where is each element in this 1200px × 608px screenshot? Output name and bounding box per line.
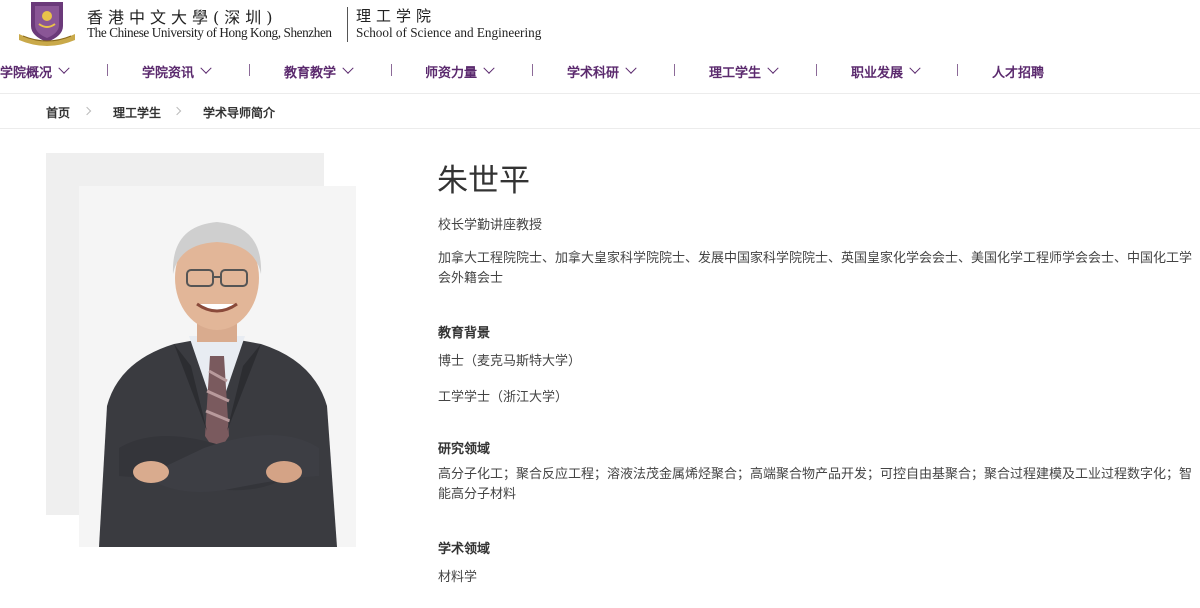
nav-item-faculty[interactable]: 师资力量 [425, 61, 495, 81]
header-divider [347, 7, 348, 42]
chevron-down-icon [200, 62, 212, 74]
nav-separator [107, 64, 108, 76]
chevron-right-icon [172, 106, 182, 116]
nav-separator [816, 64, 817, 76]
chevron-down-icon [625, 62, 637, 74]
nav-item-label: 人才招聘 [992, 65, 1045, 81]
breadcrumb-students-link[interactable]: 理工学生 [113, 104, 161, 121]
nav-item-label: 教育教学 [284, 65, 337, 81]
nav-item-label: 学院资讯 [142, 65, 195, 81]
chevron-down-icon [909, 62, 921, 74]
chevron-down-icon [767, 62, 779, 74]
education-item: 工学学士（浙江大学） [438, 390, 569, 405]
profile-name: 朱世平 [437, 163, 530, 199]
profile-photo [79, 186, 356, 547]
education-heading: 教育背景 [438, 326, 491, 341]
school-name-cn: 理工学院 [356, 7, 437, 25]
education-item: 博士（麦克马斯特大学） [438, 354, 582, 369]
profile-title: 校长学勤讲座教授 [438, 218, 543, 233]
nav-separator [957, 64, 958, 76]
nav-item-research[interactable]: 学术科研 [567, 61, 637, 81]
nav-item-label: 师资力量 [425, 65, 478, 81]
chevron-right-icon [82, 106, 92, 116]
chevron-down-icon [342, 62, 354, 74]
academic-heading: 学术领域 [438, 542, 491, 557]
nav-item-students[interactable]: 理工学生 [709, 61, 779, 81]
nav-item-label: 职业发展 [851, 65, 904, 81]
research-areas: 高分子化工；聚合反应工程；溶液法茂金属烯烃聚合；高端聚合物产品开发；可控自由基聚… [438, 467, 1193, 502]
nav-separator [674, 64, 675, 76]
nav-item-education[interactable]: 教育教学 [284, 61, 354, 81]
nav-item-recruitment[interactable]: 人才招聘 [992, 61, 1044, 81]
nav-item-label: 理工学生 [709, 65, 762, 81]
university-crest-icon[interactable] [17, 0, 77, 46]
nav-separator [249, 64, 250, 76]
chevron-down-icon [483, 62, 495, 74]
breadcrumb-home-link[interactable]: 首页 [46, 104, 70, 121]
nav-separator [532, 64, 533, 76]
university-name-en: The Chinese University of Hong Kong, She… [87, 25, 332, 40]
main-nav: 学院概况 学院资讯 教育教学 师资力量 学术科研 理工学生 职业发展 人才招聘 [0, 48, 1200, 94]
school-name-en: School of Science and Engineering [356, 25, 542, 40]
chevron-down-icon [58, 62, 70, 74]
nav-item-label: 学院概况 [0, 65, 53, 81]
breadcrumb: 首页 理工学生 学术导师简介 [0, 95, 1200, 129]
profile-honors: 加拿大工程院院士、加拿大皇家科学院院士、发展中国家科学院院士、英国皇家化学会会士… [438, 251, 1193, 286]
nav-item-news[interactable]: 学院资讯 [142, 61, 212, 81]
nav-item-about[interactable]: 学院概况 [0, 61, 70, 81]
site-header: 香港中文大學(深圳) The Chinese University of Hon… [0, 0, 1200, 48]
research-heading: 研究领域 [438, 442, 491, 457]
nav-separator [391, 64, 392, 76]
nav-item-career[interactable]: 职业发展 [851, 61, 921, 81]
breadcrumb-current-page: 学术导师简介 [203, 106, 276, 120]
academic-field: 材料学 [438, 570, 478, 585]
nav-item-label: 学术科研 [567, 65, 620, 81]
